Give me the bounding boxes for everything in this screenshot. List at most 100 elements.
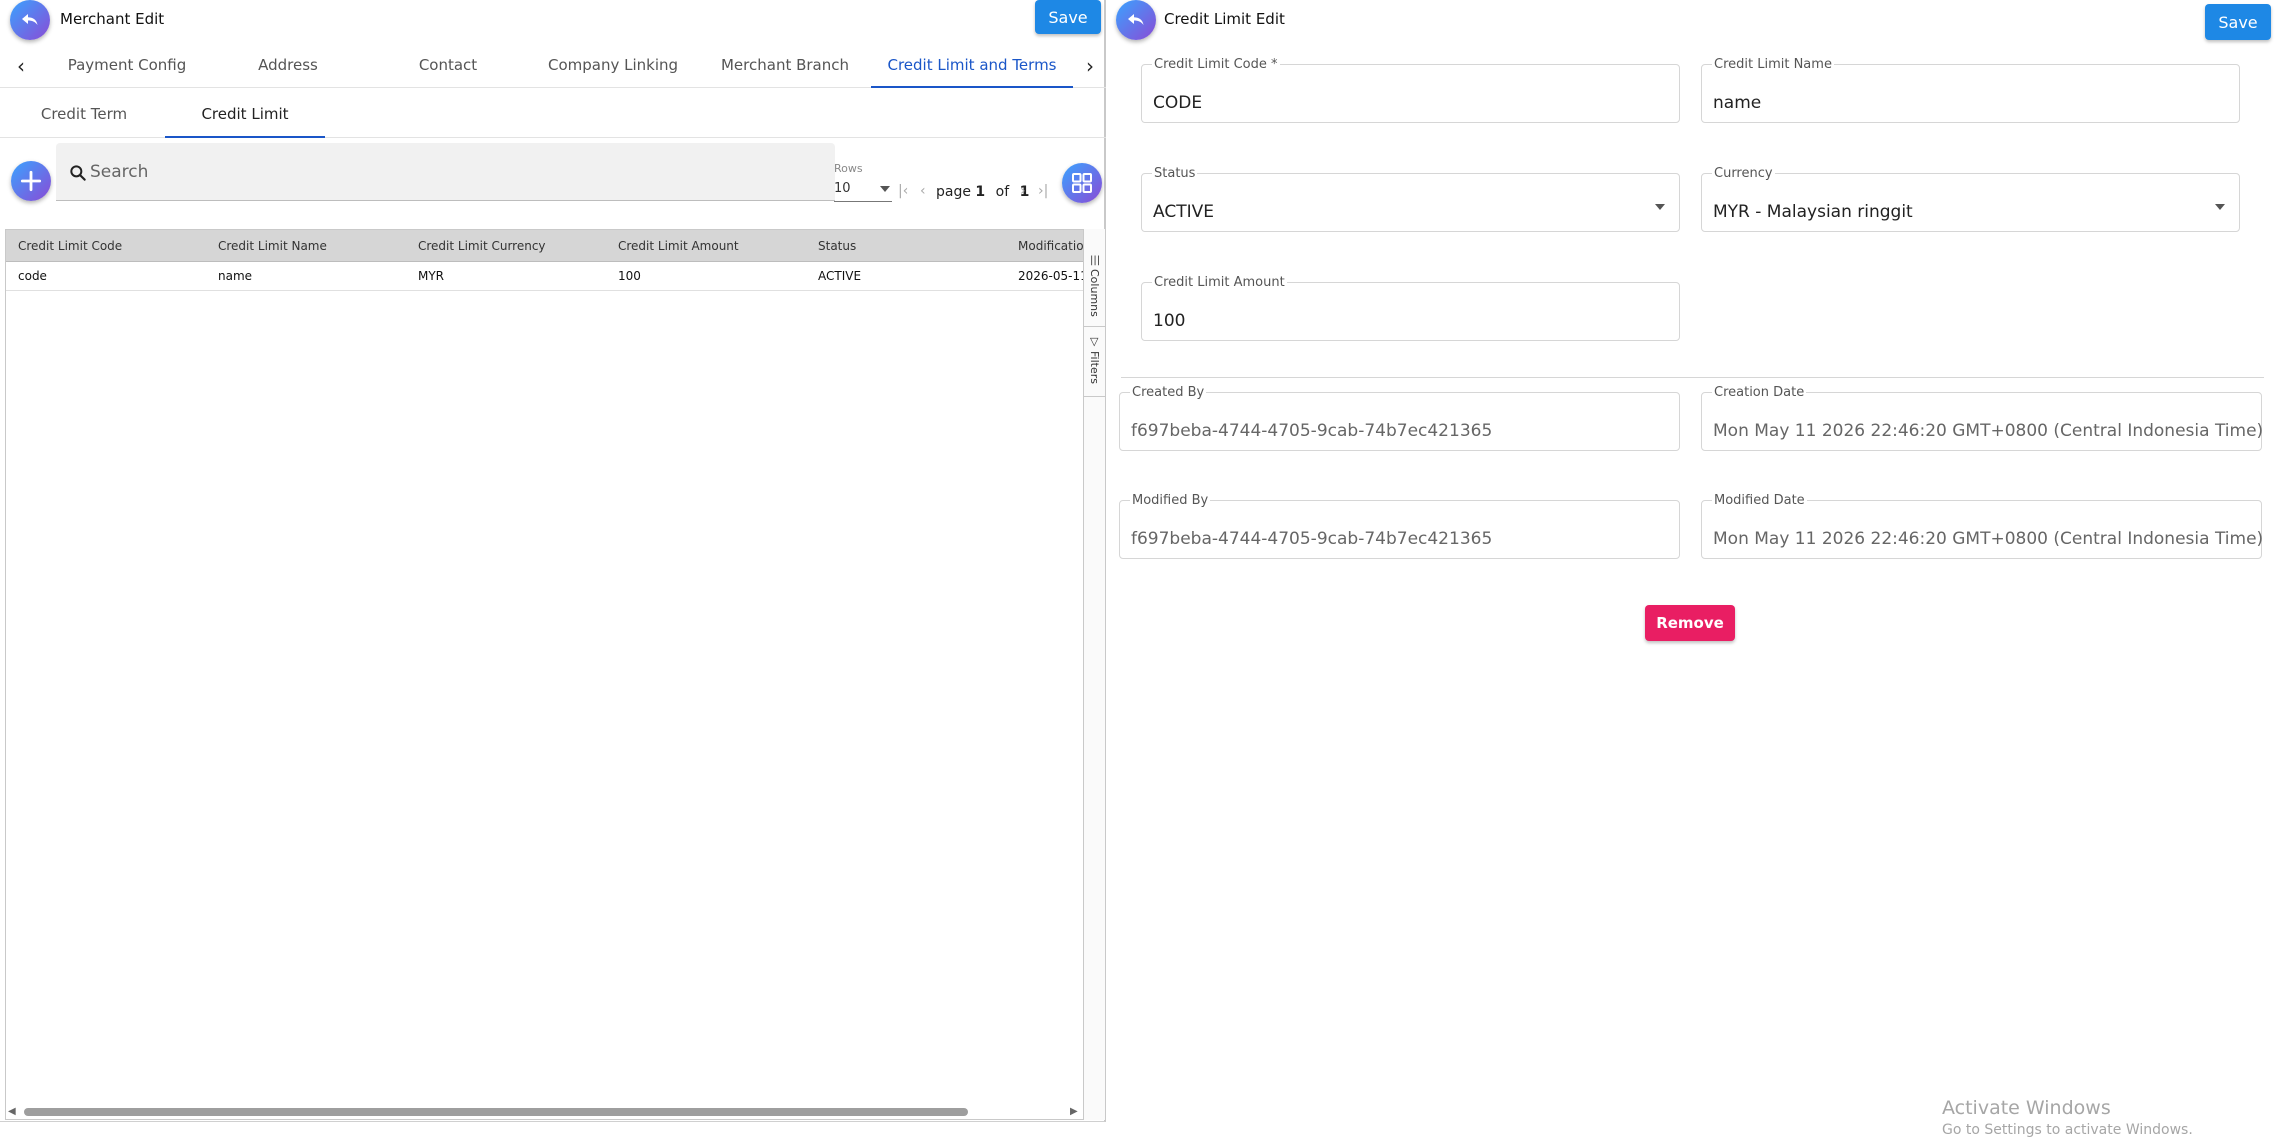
rows-per-page-select[interactable]: 10 bbox=[834, 178, 892, 202]
credit-limit-grid: Credit Limit Code Credit Limit Name Cred… bbox=[5, 229, 1086, 1120]
table-row[interactable]: code name MYR 100 ACTIVE 2026-05-11 bbox=[6, 262, 1086, 291]
add-credit-limit-button[interactable] bbox=[11, 161, 51, 201]
credit-limit-code-label: Credit Limit Code * bbox=[1152, 57, 1280, 72]
creation-date-field: Creation Date Mon May 11 2026 22:46:20 G… bbox=[1701, 385, 2264, 451]
credit-limit-name-field[interactable]: Credit Limit Name name bbox=[1701, 57, 2240, 123]
scrollbar-thumb[interactable] bbox=[24, 1108, 968, 1116]
plus-icon bbox=[20, 170, 42, 192]
currency-label: Currency bbox=[1712, 166, 1775, 181]
first-page-icon[interactable]: |‹ bbox=[898, 183, 908, 199]
created-by-field: Created By f697beba-4744-4705-9cab-74b7e… bbox=[1119, 385, 1680, 451]
subtab-credit-limit[interactable]: Credit Limit bbox=[165, 92, 325, 138]
subtab-credit-term[interactable]: Credit Term bbox=[20, 92, 148, 138]
grid-side-panel: ||| Columns ▽ Filters bbox=[1083, 229, 1106, 1120]
filter-icon: ▽ bbox=[1090, 335, 1099, 348]
merchant-edit-title: Merchant Edit bbox=[60, 10, 165, 28]
currency-select[interactable]: Currency MYR - Malaysian ringgit bbox=[1701, 166, 2240, 232]
credit-limit-code-field[interactable]: Credit Limit Code * CODE bbox=[1141, 57, 1680, 123]
current-page: 1 bbox=[975, 184, 986, 200]
grid-header-row: Credit Limit Code Credit Limit Name Cred… bbox=[6, 230, 1086, 262]
columns-side-tab[interactable]: ||| Columns bbox=[1084, 251, 1106, 327]
remove-button[interactable]: Remove bbox=[1645, 605, 1735, 641]
merchant-edit-pane: Merchant Edit Save ‹ Payment Config Addr… bbox=[0, 0, 1106, 1122]
section-divider bbox=[1121, 377, 2264, 378]
cell-modification: 2026-05-11 bbox=[1018, 269, 1086, 283]
tab-contact[interactable]: Contact bbox=[388, 44, 508, 88]
modified-by-value: f697beba-4744-4705-9cab-74b7ec421365 bbox=[1131, 529, 1493, 549]
search-icon bbox=[70, 165, 86, 181]
cell-credit-limit-amount: 100 bbox=[618, 269, 641, 283]
tab-payment-config[interactable]: Payment Config bbox=[57, 44, 197, 88]
modified-date-value: Mon May 11 2026 22:46:20 GMT+0800 (Centr… bbox=[1713, 529, 2264, 549]
currency-value: MYR - Malaysian ringgit bbox=[1713, 202, 1913, 222]
chevron-left-icon: ‹ bbox=[17, 54, 25, 78]
app-root: Merchant Edit Save ‹ Payment Config Addr… bbox=[0, 0, 2276, 1141]
cell-credit-limit-name: name bbox=[218, 269, 253, 283]
column-header-credit-limit-code[interactable]: Credit Limit Code bbox=[6, 230, 206, 262]
status-select[interactable]: Status ACTIVE bbox=[1141, 166, 1680, 232]
scroll-left-arrow-icon[interactable]: ◀ bbox=[8, 1106, 16, 1117]
creation-date-value: Mon May 11 2026 22:46:20 GMT+0800 (Centr… bbox=[1713, 421, 2264, 441]
credit-limit-amount-field[interactable]: Credit Limit Amount 100 bbox=[1141, 275, 1680, 341]
filters-side-tab[interactable]: ▽ Filters bbox=[1084, 333, 1106, 397]
credit-sub-tab-bar: Credit Term Credit Limit bbox=[0, 92, 1106, 138]
rows-per-page-label: Rows bbox=[834, 162, 863, 175]
grid-horizontal-scrollbar[interactable]: ◀ ▶ bbox=[8, 1104, 1080, 1118]
cell-credit-limit-currency: MYR bbox=[418, 269, 445, 283]
filters-side-tab-label: Filters bbox=[1088, 351, 1101, 384]
credit-limit-back-button[interactable] bbox=[1116, 0, 1156, 40]
column-header-modification[interactable]: Modification bbox=[1006, 230, 1086, 262]
chevron-right-icon: › bbox=[1086, 54, 1094, 78]
scroll-right-arrow-icon[interactable]: ▶ bbox=[1070, 1106, 1078, 1117]
credit-limit-name-value: name bbox=[1713, 93, 1762, 113]
tabs-scroll-right-button[interactable]: › bbox=[1078, 52, 1102, 80]
last-page-icon[interactable]: ›| bbox=[1038, 183, 1048, 199]
status-label: Status bbox=[1152, 166, 1198, 181]
grid-view-button[interactable] bbox=[1062, 163, 1102, 203]
modified-by-label: Modified By bbox=[1130, 493, 1211, 508]
credit-limit-amount-value: 100 bbox=[1153, 311, 1186, 331]
of-word: of bbox=[995, 184, 1010, 200]
next-page-icon[interactable]: › bbox=[1020, 183, 1026, 199]
created-by-label: Created By bbox=[1130, 385, 1207, 400]
tabs-scroll-left-button[interactable]: ‹ bbox=[9, 52, 33, 80]
dropdown-caret-icon bbox=[880, 186, 890, 192]
merchant-back-button[interactable] bbox=[10, 0, 50, 40]
tab-company-linking[interactable]: Company Linking bbox=[538, 44, 688, 88]
credit-limit-amount-label: Credit Limit Amount bbox=[1152, 275, 1287, 290]
column-header-credit-limit-currency[interactable]: Credit Limit Currency bbox=[406, 230, 606, 262]
search-field bbox=[56, 143, 835, 201]
credit-limit-save-button[interactable]: Save bbox=[2205, 4, 2271, 40]
rows-per-page-value: 10 bbox=[834, 181, 851, 196]
modified-by-field: Modified By f697beba-4744-4705-9cab-74b7… bbox=[1119, 493, 1680, 559]
search-input[interactable] bbox=[90, 157, 790, 187]
cell-credit-limit-code: code bbox=[18, 269, 47, 283]
page-indicator: page 1 of 1 bbox=[936, 184, 1029, 200]
modified-date-label: Modified Date bbox=[1712, 493, 1807, 508]
column-header-status[interactable]: Status bbox=[806, 230, 1006, 262]
columns-icon: ||| bbox=[1090, 255, 1101, 266]
watermark-line-2: Go to Settings to activate Windows. bbox=[1942, 1122, 2193, 1138]
dropdown-caret-icon bbox=[1655, 204, 1665, 210]
tab-address[interactable]: Address bbox=[228, 44, 348, 88]
column-header-credit-limit-name[interactable]: Credit Limit Name bbox=[206, 230, 406, 262]
column-header-credit-limit-amount[interactable]: Credit Limit Amount bbox=[606, 230, 806, 262]
status-value: ACTIVE bbox=[1153, 202, 1214, 222]
watermark-line-1: Activate Windows bbox=[1942, 1097, 2111, 1119]
merchant-save-button[interactable]: Save bbox=[1035, 0, 1101, 34]
back-arrow-icon bbox=[22, 14, 38, 25]
merchant-tab-bar: ‹ Payment Config Address Contact Company… bbox=[0, 44, 1106, 88]
tab-merchant-branch[interactable]: Merchant Branch bbox=[714, 44, 856, 88]
credit-limit-name-label: Credit Limit Name bbox=[1712, 57, 1834, 72]
columns-side-tab-label: Columns bbox=[1088, 269, 1101, 317]
modified-date-field: Modified Date Mon May 11 2026 22:46:20 G… bbox=[1701, 493, 2264, 559]
page-word: page bbox=[936, 184, 971, 200]
dropdown-caret-icon bbox=[2215, 204, 2225, 210]
credit-limit-edit-title: Credit Limit Edit bbox=[1164, 10, 1285, 28]
cell-status: ACTIVE bbox=[818, 269, 862, 283]
created-by-value: f697beba-4744-4705-9cab-74b7ec421365 bbox=[1131, 421, 1493, 441]
creation-date-label: Creation Date bbox=[1712, 385, 1807, 400]
tab-credit-limit-and-terms[interactable]: Credit Limit and Terms bbox=[871, 44, 1073, 88]
activate-windows-watermark: Activate Windows Go to Settings to activ… bbox=[1942, 1097, 2193, 1138]
prev-page-icon[interactable]: ‹ bbox=[920, 183, 926, 199]
